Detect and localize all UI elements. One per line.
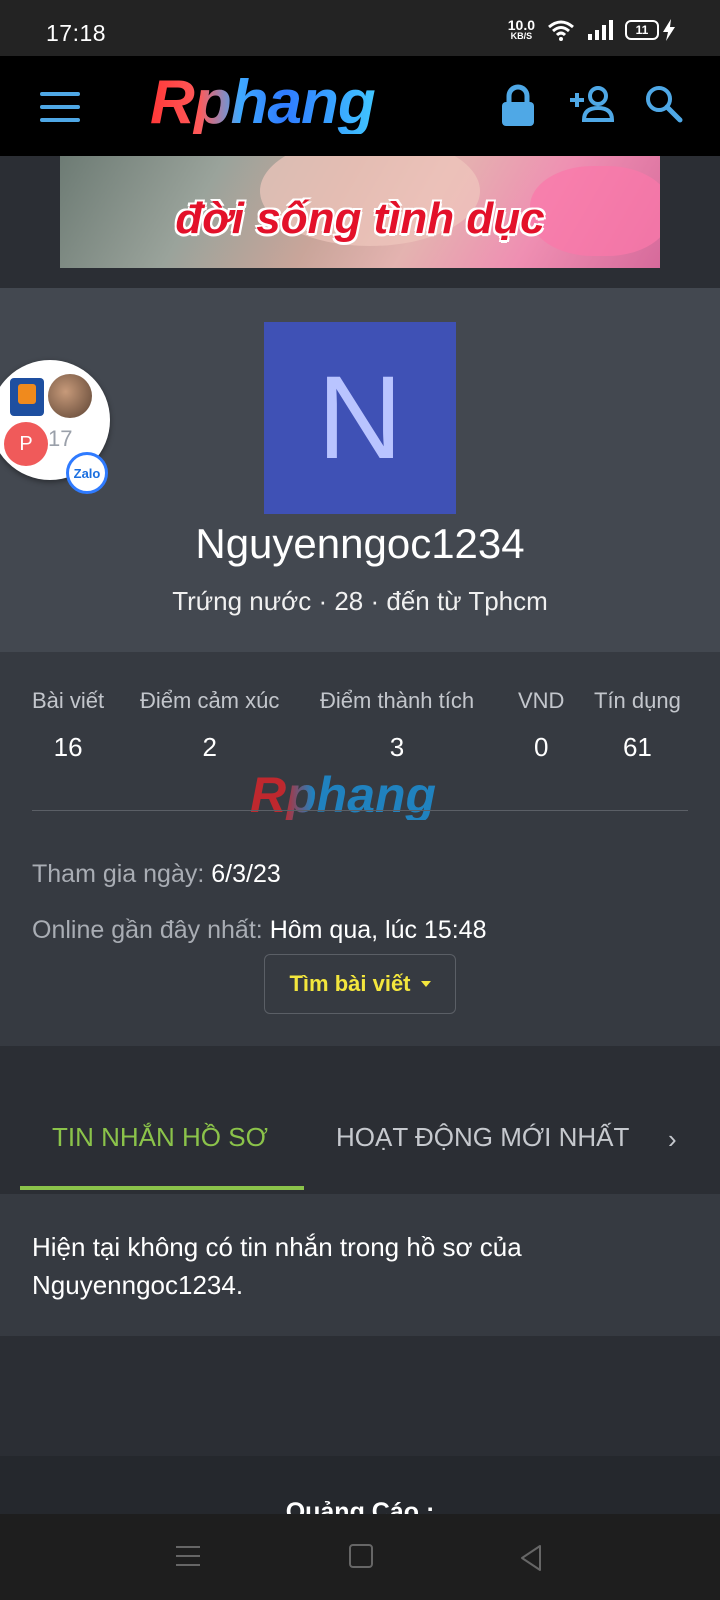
empty-messages-text: Hiện tại không có tin nhắn trong hồ sơ c…: [32, 1232, 522, 1300]
find-posts-label: Tìm bài viết: [289, 971, 411, 996]
tabs-area: [0, 1046, 720, 1194]
status-time: 17:18: [46, 20, 107, 46]
floating-chat-bubble[interactable]: P 17 Zalo: [0, 360, 110, 494]
profile-card: N Nguyenngoc1234 Trứng nước · 28 · đến t…: [0, 288, 720, 652]
stat-value: 61: [622, 732, 652, 762]
joined-label: Tham gia ngày:: [32, 860, 205, 888]
stat-label: Điểm thành tích: [320, 688, 475, 713]
tab-latest-activity[interactable]: HOẠT ĐỘNG MỚI NHẤT: [336, 1122, 629, 1153]
stat-value: 2: [202, 732, 217, 762]
stat-label: Tín dụng: [594, 688, 681, 713]
recent-apps-icon[interactable]: [176, 1546, 200, 1566]
home-icon[interactable]: [349, 1544, 373, 1568]
caret-down-icon: [420, 981, 431, 987]
active-tab-indicator: [20, 1186, 304, 1190]
joined-info: Tham gia ngày: 6/3/23: [32, 860, 281, 889]
user-meta: Trứng nước · 28 · đến từ Tphcm: [172, 586, 548, 616]
avatar[interactable]: N: [264, 322, 456, 514]
charging-icon: [663, 18, 675, 41]
add-user-icon[interactable]: [568, 84, 616, 124]
wifi-icon: [548, 20, 574, 41]
last-online-info: Online gần đây nhất: Hôm qua, lúc 15:48: [32, 916, 486, 945]
banner-ad[interactable]: đời sống tình dục: [60, 156, 660, 268]
contact-count: 17: [48, 426, 73, 451]
top-navigation: Rphang: [0, 56, 720, 156]
stats-card: Bài viết 16 Điểm cảm xúc 2 Điểm thành tí…: [0, 652, 720, 1046]
stat-posts[interactable]: Bài viết 16: [32, 688, 104, 763]
profile-messages-card: Hiện tại không có tin nhắn trong hồ sơ c…: [0, 1194, 720, 1336]
divider: [32, 810, 688, 811]
stat-value: 16: [53, 732, 83, 762]
network-speed-unit: KB/S: [510, 31, 533, 41]
lock-icon[interactable]: [500, 84, 536, 128]
stat-reactions[interactable]: Điểm cảm xúc 2: [140, 688, 279, 763]
stat-credits[interactable]: Tín dụng 61: [594, 688, 681, 763]
stat-label: VND: [518, 688, 565, 713]
signal-icon: [588, 19, 613, 40]
menu-icon[interactable]: [40, 92, 80, 122]
battery-level: 11: [625, 19, 659, 40]
contact-badge: P: [4, 422, 48, 466]
stat-value: 3: [389, 732, 405, 762]
search-icon[interactable]: [644, 84, 684, 124]
last-online-value: Hôm qua, lúc 15:48: [269, 916, 487, 944]
network-speed-value: 10.0: [507, 17, 535, 33]
watermark-logo: Rphang: [250, 767, 437, 823]
zalo-icon: Zalo: [66, 452, 108, 494]
network-speed: 10.0 KB/S: [508, 18, 535, 41]
chevron-right-icon[interactable]: ›: [668, 1124, 677, 1155]
stat-label: Bài viết: [32, 688, 105, 713]
last-online-label: Online gần đây nhất:: [32, 916, 263, 944]
username: Nguyenngoc1234: [195, 520, 525, 567]
stat-vnd[interactable]: VND 0: [518, 688, 564, 763]
avatar-letter: N: [317, 352, 403, 484]
find-posts-button[interactable]: Tìm bài viết: [264, 954, 456, 1014]
stat-trophies[interactable]: Điểm thành tích 3: [320, 688, 474, 763]
joined-date: 6/3/23: [211, 860, 281, 888]
tab-profile-posts[interactable]: TIN NHẮN HỒ SƠ: [52, 1122, 268, 1153]
site-logo[interactable]: Rphang: [150, 72, 376, 134]
contact-photo: [48, 374, 92, 418]
stat-value: 0: [533, 732, 549, 762]
banner-text: đời sống tình dục: [175, 194, 545, 243]
status-icons: 10.0 KB/S 11: [508, 18, 676, 41]
status-bar: 17:18 10.0 KB/S 11: [0, 0, 720, 56]
battery-indicator: 11: [625, 18, 676, 41]
stat-label: Điểm cảm xúc: [140, 688, 280, 713]
back-icon[interactable]: [518, 1544, 544, 1572]
petrolimex-logo-icon: [10, 378, 44, 416]
